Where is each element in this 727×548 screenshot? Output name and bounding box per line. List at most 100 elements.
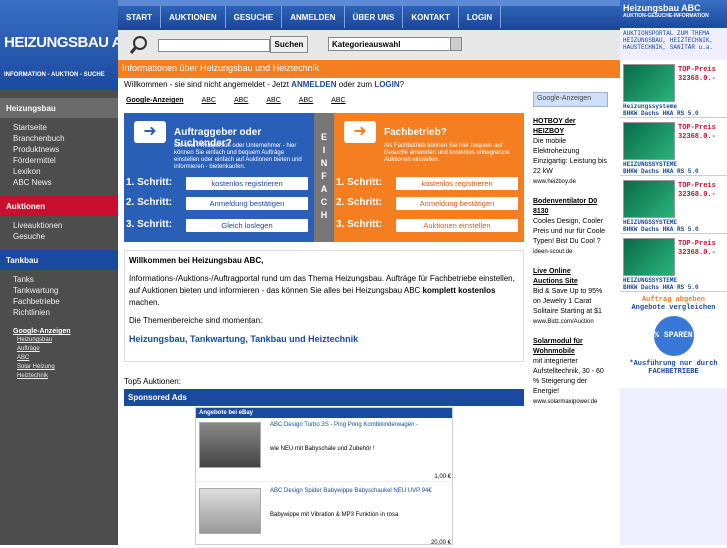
einfach-letter: F — [321, 171, 327, 181]
product-image[interactable] — [623, 180, 675, 218]
steps-right-title: Fachbetrieb? — [384, 127, 447, 138]
sidebar-item-produktnews[interactable]: Produktnews — [0, 144, 118, 155]
product-image[interactable] — [623, 64, 675, 102]
sidebar-google-heading[interactable]: Google-Anzeigen — [0, 318, 118, 335]
sidebar-item-startseite[interactable]: Startseite — [0, 122, 118, 133]
promo-price-label: TOP-Preis — [678, 240, 716, 248]
anmelden-link[interactable]: ANMELDEN — [291, 80, 336, 89]
product-image[interactable] — [623, 122, 675, 160]
ebay-item[interactable]: ABC Design Turbo 3S - Ping Pong Kombikin… — [196, 418, 454, 482]
category-select[interactable]: Kategorieauswahl — [328, 37, 462, 51]
search-input[interactable] — [158, 39, 270, 52]
ad-link[interactable]: ABC — [202, 97, 216, 104]
confirm-button[interactable]: Anmeldung bestätigen — [396, 197, 518, 210]
ad-headline[interactable]: Solarmodul für — [533, 337, 609, 347]
product-image[interactable] — [623, 238, 675, 276]
right-title: Heizungsbau ABC — [623, 3, 701, 13]
top-navigation: START AUKTIONEN GESUCHE ANMELDEN ÜBER UNS KON… — [118, 0, 620, 30]
ebay-item-title[interactable]: ABC Design Spider Babywippe Babyschaukel… — [270, 488, 452, 494]
nav-auktionen[interactable]: AUKTIONEN — [161, 6, 226, 28]
google-ads-label[interactable]: Google-Anzeigen — [126, 97, 184, 104]
sidebar-item-tankwartung[interactable]: Tankwartung — [0, 285, 118, 296]
sidebar-item-abc-news[interactable]: ABC News — [0, 177, 118, 188]
sidebar-item-liveauktionen[interactable]: Liveauktionen — [0, 220, 118, 231]
steps-left-desc: Sie sind Privatperson oder Unternehmer -… — [174, 143, 302, 170]
ad-body: mit integrierter Aufstelltechnik, 30 - 6… — [533, 358, 604, 395]
sidebar-google-link[interactable]: ABC — [0, 355, 118, 364]
search-button[interactable]: Suchen — [270, 36, 308, 53]
einfach-letter: E — [320, 132, 327, 142]
ebay-item[interactable]: ABC Design Spider Babywippe Babyschaukel… — [196, 484, 454, 548]
sidebar-item-branchenbuch[interactable]: Branchenbuch — [0, 133, 118, 144]
google-ad[interactable]: Solarmodul für Wohnmobile mit integriert… — [533, 337, 609, 407]
promo-item[interactable]: TOP-Preis 32368.0.- HEIZUNGSSYSTEME BHKW D… — [620, 118, 727, 176]
promo-name-model: BHKW Dachs HKA RS 5.0 — [623, 284, 699, 291]
ad-headline[interactable]: HEIZBOY — [533, 127, 609, 137]
ad-url[interactable]: www.solarmaxipower.de — [533, 397, 609, 407]
google-ad[interactable]: HOTBOY der HEIZBOY Die mobile Elektrohei… — [533, 117, 609, 187]
promo-name[interactable]: HEIZUNGSSYSTEME BHKW Dachs HKA RS 5.0 — [623, 277, 727, 291]
welcome-text: Willkommen - sie sind nicht angemeldet -… — [124, 80, 292, 89]
ad-url[interactable]: ideen-scout.de — [533, 247, 609, 257]
themes-list[interactable]: Heizungsbau, Tankwartung, Tankbau und He… — [129, 333, 519, 345]
welcome-box: Willkommen bei Heizungsbau ABC, Informat… — [124, 250, 524, 362]
promo-item[interactable]: TOP-Preis 32368.0.- HEIZUNGSSYSTEME BHKW D… — [620, 176, 727, 234]
promo-price-label: TOP-Preis — [678, 182, 716, 190]
register-button[interactable]: kostenlos registrieren — [396, 177, 518, 190]
sidebar-item-fachbetriebe[interactable]: Fachbetriebe — [0, 296, 118, 307]
nav-anmelden[interactable]: ANMELDEN — [282, 6, 345, 28]
ad-headline[interactable]: Live Online — [533, 267, 609, 277]
sidebar-google-link[interactable]: Aufträge — [0, 346, 118, 355]
promo-price: TOP-Preis 32368.0.- — [678, 240, 726, 258]
sidebar-google-link[interactable]: Heizungsbau — [0, 337, 118, 346]
promo-name[interactable]: HEIZUNGSSYSTEME BHKW Dachs HKA RS 5.0 — [623, 161, 727, 175]
ad-headline[interactable]: 8130 — [533, 207, 609, 217]
search-icon — [129, 36, 147, 54]
ad-link[interactable]: ABC — [266, 97, 280, 104]
google-ad[interactable]: Bodenventilator D0 8130 Cooles Design, C… — [533, 197, 609, 257]
sidebar-item-lexikon[interactable]: Lexikon — [0, 166, 118, 177]
ad-headline[interactable]: Wohnmobile — [533, 347, 609, 357]
nav-gesuche[interactable]: GESUCHE — [226, 6, 283, 28]
google-ads-logo[interactable]: Google-Anzeigen — [533, 92, 608, 107]
sidebar-item-gesuche[interactable]: Gesuche — [0, 231, 118, 242]
ad-link[interactable]: ABC — [331, 97, 345, 104]
sidebar-item-foerdermittel[interactable]: Fördermittel — [0, 155, 118, 166]
sidebar-item-richtlinien[interactable]: Richtlinien — [0, 307, 118, 318]
auftrag-promo[interactable]: Auftrag abgeben Angebote vergleichen % S… — [620, 292, 727, 388]
nav-start[interactable]: START — [118, 6, 162, 28]
product-image[interactable] — [199, 422, 261, 468]
ad-link[interactable]: ABC — [234, 97, 248, 104]
ebay-box: Angebote bei eBay ABC Design Turbo 3S - … — [195, 407, 454, 548]
ebay-item-title[interactable]: ABC Design Turbo 3S - Ping Pong Kombikin… — [270, 422, 452, 428]
confirm-button[interactable]: Anmeldung bestätigen — [186, 197, 308, 210]
sidebar-google-link[interactable]: Solar Heizung — [0, 364, 118, 373]
google-ad[interactable]: Live Online Auctions Site Bid & Save Up … — [533, 267, 609, 327]
product-image[interactable] — [199, 488, 261, 534]
right-header[interactable]: Heizungsbau ABC AUKTION-GESUCHE-INFORMAT… — [620, 0, 727, 28]
register-button[interactable]: kostenlos registrieren — [186, 177, 308, 190]
ad-url[interactable]: www.Bidz.com/Auction — [533, 317, 609, 327]
nav-kontakt[interactable]: KONTAKT — [403, 6, 459, 28]
nav-login[interactable]: LOGIN — [459, 6, 502, 28]
site-logo[interactable]: HEIZUNGSBAU ABC INFORMATION - AUKTION - … — [0, 0, 143, 90]
nav-ueber-uns[interactable]: ÜBER UNS — [345, 6, 404, 28]
welcome-line: Willkommen - sie sind nicht angemeldet -… — [118, 80, 620, 92]
promo-name[interactable]: HEIZUNGSSYSTEME BHKW Dachs HKA RS 5.0 — [623, 219, 727, 233]
login-link[interactable]: LOGIN — [374, 80, 399, 89]
ad-headline[interactable]: Auctions Site — [533, 277, 609, 287]
ad-link[interactable]: ABC — [299, 97, 313, 104]
promo-name[interactable]: Heizungssysteme BHKW Dachs HKA RS 5.0 — [623, 103, 727, 117]
right-description: AUKTIONSPORTAL ZUM THEMA HEIZUNGSBAU, HE… — [623, 30, 714, 51]
ad-headline[interactable]: Bodenventilator D0 — [533, 197, 609, 207]
promo-item[interactable]: TOP-Preis 32368.0.- Heizungssysteme BHKW D… — [620, 60, 727, 118]
promo-item[interactable]: TOP-Preis 32368.0.- HEIZUNGSSYSTEME BHKW D… — [620, 234, 727, 292]
start-button[interactable]: Gleich loslegen — [186, 219, 308, 232]
ad-headline[interactable]: HOTBOY der — [533, 117, 609, 127]
sidebar-google-link[interactable]: Heiztechnik — [0, 373, 118, 382]
promo-price-value: 32368.0.- — [678, 133, 716, 141]
sidebar-item-tanks[interactable]: Tanks — [0, 274, 118, 285]
ad-url[interactable]: www.heizboy.de — [533, 177, 609, 187]
create-auction-button[interactable]: Auktionen einstellen — [396, 219, 518, 232]
sidebar: Heizungsbau Startseite Branchenbuch Prod… — [0, 90, 118, 545]
